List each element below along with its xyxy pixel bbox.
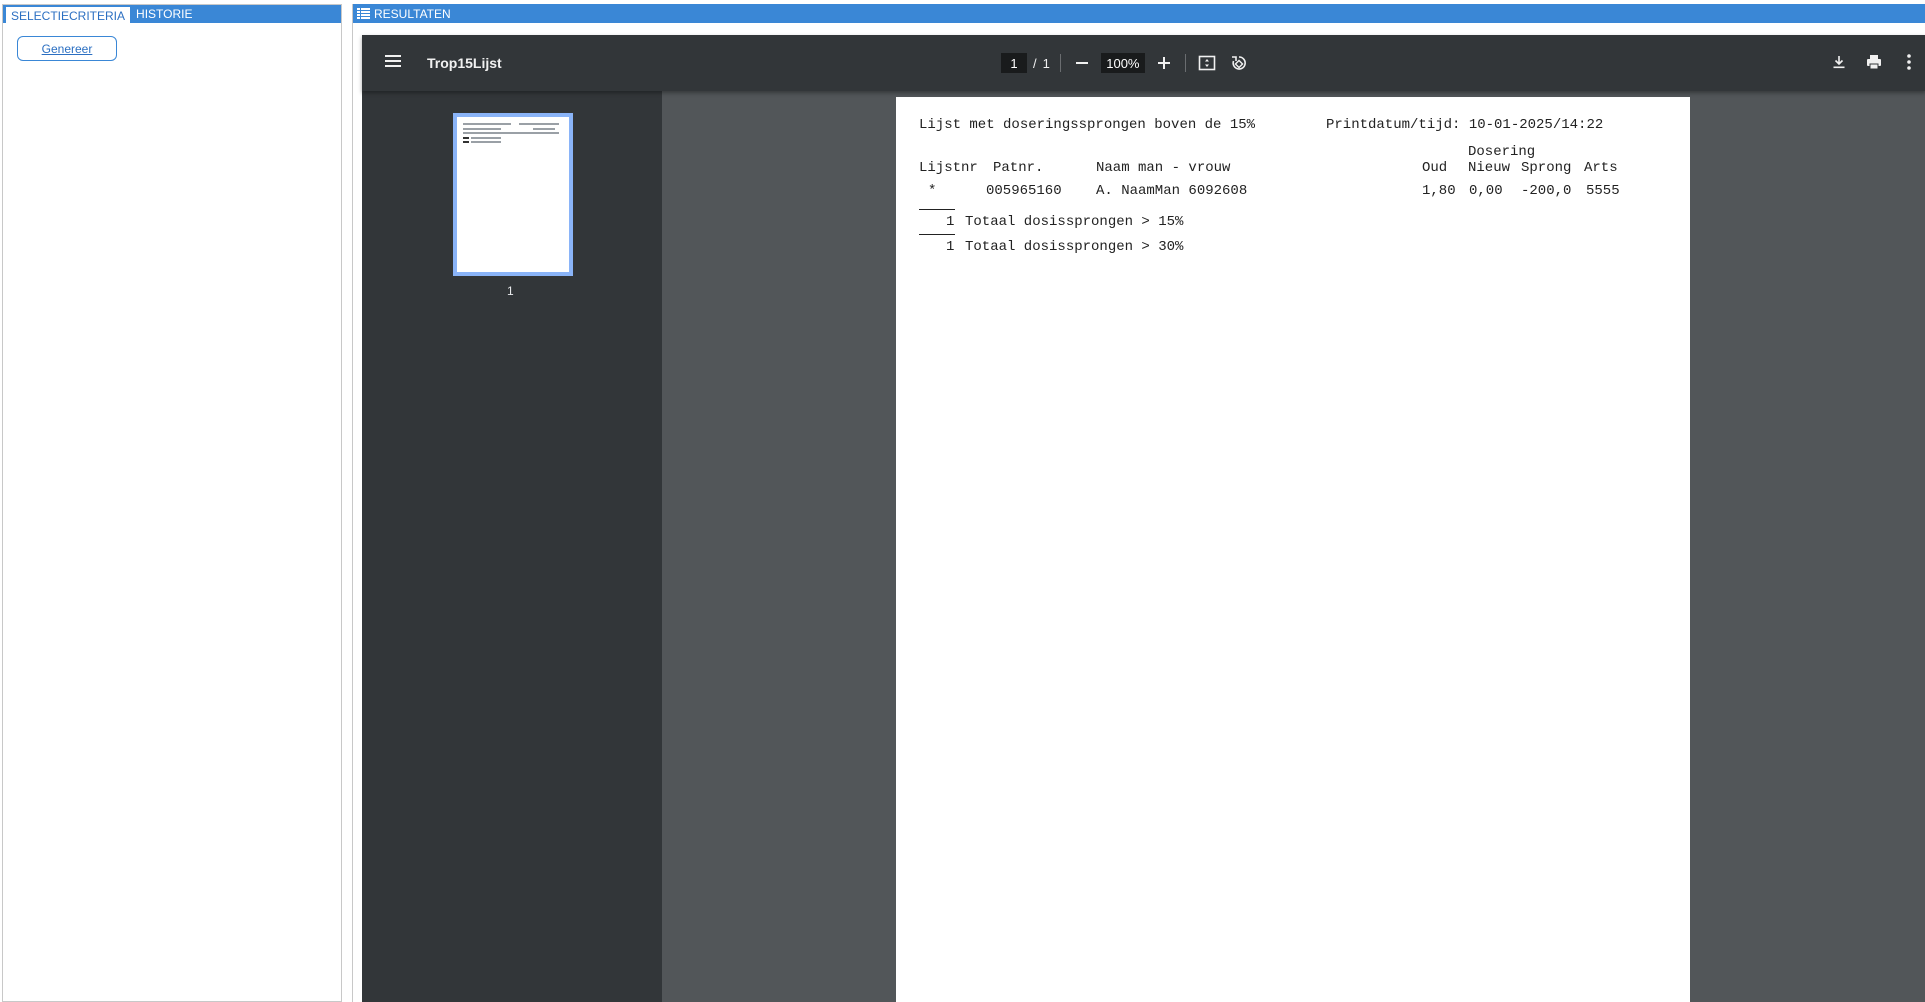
row-lijstnr: *: [928, 183, 937, 199]
menu-icon[interactable]: [384, 52, 402, 70]
document-title: Trop15Lijst: [427, 55, 502, 71]
pdf-page: Lijst met doseringssprongen boven de 15%…: [896, 97, 1690, 1002]
results-title: RESULTATEN: [374, 6, 451, 21]
divider: [1059, 54, 1061, 72]
page-total: 1: [1042, 55, 1050, 71]
zoom-out-icon[interactable]: [1071, 52, 1093, 74]
col-oud: Oud: [1422, 160, 1448, 176]
more-options-icon[interactable]: [1898, 51, 1920, 73]
results-panel: RESULTATEN Trop15Lijst / 1: [352, 4, 1925, 1002]
tab-selectiecriteria[interactable]: SELECTIECRITERIA: [5, 6, 132, 23]
total-divider: [919, 209, 955, 210]
list-icon: [357, 8, 370, 19]
tab-historie[interactable]: HISTORIE: [131, 5, 197, 23]
total-count-30: 1: [946, 239, 955, 255]
total-count-15: 1: [946, 214, 955, 230]
col-arts: Arts: [1584, 160, 1618, 176]
fit-page-icon[interactable]: [1196, 52, 1218, 74]
row-oud: 1,80: [1422, 183, 1456, 199]
page-zoom-controls: / 1: [1001, 49, 1250, 77]
rotate-icon[interactable]: [1228, 52, 1250, 74]
download-icon[interactable]: [1828, 51, 1850, 73]
row-naam: A. NaamMan 6092608: [1096, 183, 1248, 199]
print-date: Printdatum/tijd: 10-01-2025/14:22: [1326, 117, 1604, 133]
page-thumbnail[interactable]: [453, 113, 573, 276]
print-icon[interactable]: [1863, 51, 1885, 73]
col-lijstnr: Lijstnr: [919, 160, 978, 176]
left-tabbar: SELECTIECRITERIA HISTORIE: [3, 5, 341, 23]
pdf-toolbar: Trop15Lijst / 1: [362, 35, 1925, 91]
zoom-input[interactable]: [1100, 53, 1145, 73]
page-number-input[interactable]: [1001, 53, 1027, 73]
row-sprong: -200,0: [1521, 183, 1572, 199]
selection-panel: SELECTIECRITERIA HISTORIE Genereer: [2, 4, 342, 1002]
pdf-viewer: Trop15Lijst / 1: [362, 35, 1925, 1002]
thumbnail-sidebar: 1: [362, 91, 662, 1002]
row-arts: 5555: [1586, 183, 1620, 199]
results-header: RESULTATEN: [353, 4, 1925, 23]
thumbnail-page-number: 1: [507, 284, 514, 298]
col-nieuw: Nieuw: [1468, 160, 1511, 176]
col-patnr: Patnr.: [993, 160, 1044, 176]
dosering-group-header: Dosering: [1468, 144, 1536, 160]
total-label-30: Totaal dosissprongen > 30%: [965, 239, 1184, 255]
toolbar-actions: [1828, 51, 1920, 73]
divider: [1184, 54, 1186, 72]
col-sprong: Sprong: [1521, 160, 1572, 176]
row-nieuw: 0,00: [1469, 183, 1503, 199]
col-naam: Naam man - vrouw: [1096, 160, 1231, 176]
row-patnr: 005965160: [986, 183, 1062, 199]
total-divider: [919, 234, 955, 235]
zoom-in-icon[interactable]: [1153, 52, 1175, 74]
page-separator: /: [1033, 55, 1037, 71]
report-title: Lijst met doseringssprongen boven de 15%: [919, 117, 1256, 133]
generate-button[interactable]: Genereer: [17, 36, 117, 61]
total-label-15: Totaal dosissprongen > 15%: [965, 214, 1184, 230]
